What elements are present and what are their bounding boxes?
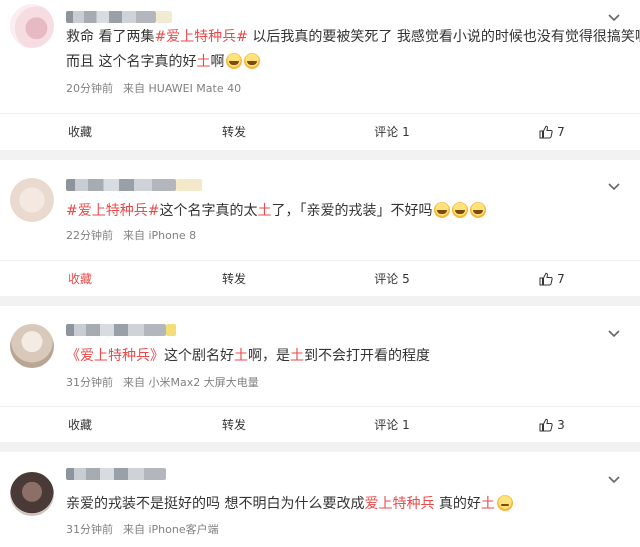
post-source: 来自 小米Max2 大屏大电量 — [123, 376, 259, 389]
post-text-part: 这个剧名好 — [164, 348, 234, 364]
chevron-down-icon[interactable] — [608, 476, 620, 484]
chevron-down-icon[interactable] — [608, 330, 620, 338]
chevron-down-icon[interactable] — [608, 14, 620, 22]
highlight-word: 土 — [234, 348, 248, 364]
repost-button[interactable]: 转发 — [154, 114, 314, 150]
post-text-part: 了，「亲爱的戎装」不好吗 — [271, 203, 433, 219]
post-text-part: 以后我真的要被笑死了 我感觉看小说的时候也没有觉得很搞笑啊 — [247, 29, 640, 45]
username-tail — [176, 179, 202, 191]
username-tail — [166, 324, 176, 336]
post-card: #爱上特种兵#这个名字真的太土了，「亲爱的戎装」不好吗 22分钟前 来自 iPho… — [0, 160, 640, 296]
post-meta: 31分钟前 来自 iPhone客户端 — [66, 521, 219, 537]
post-text-part: 啊，是 — [248, 348, 290, 364]
post-time[interactable]: 20分钟前 — [66, 82, 113, 95]
comment-feed: 救命 看了两集#爱上特种兵# 以后我真的要被笑死了 我感觉看小说的时候也没有觉得… — [0, 0, 640, 547]
post-text: #爱上特种兵#这个名字真的太土了，「亲爱的戎装」不好吗 — [66, 200, 616, 222]
chevron-down-icon[interactable] — [608, 183, 620, 191]
username-blurred[interactable] — [66, 179, 176, 191]
laughing-tears-emoji — [226, 53, 243, 69]
post-text: 救命 看了两集#爱上特种兵# 以后我真的要被笑死了 我感觉看小说的时候也没有觉得… — [66, 26, 640, 48]
post-text-line2: 而且 这个名字真的好土啊 — [66, 51, 616, 73]
post-source: 来自 iPhone客户端 — [123, 523, 219, 536]
drama-title-link[interactable]: 爱上特种兵 — [80, 348, 150, 364]
avatar[interactable] — [10, 178, 54, 222]
post-text-part: 真的好 — [434, 496, 481, 512]
thumbs-up-icon — [539, 418, 553, 432]
post-text-part: 啊 — [210, 54, 225, 70]
post-time[interactable]: 31分钟前 — [66, 523, 113, 536]
like-button[interactable]: 3 — [472, 407, 632, 443]
post-text-part: 而且 这个名字真的好 — [66, 54, 197, 70]
laughing-tears-emoji — [244, 53, 261, 69]
favorite-button[interactable]: 收藏 — [0, 114, 160, 150]
post-text-part: 这个名字真的太 — [159, 203, 258, 219]
avatar[interactable] — [10, 4, 54, 48]
thumbs-up-icon — [539, 272, 553, 286]
title-quote-open: 《 — [66, 348, 80, 364]
post-card: 亲爱的戎装不是挺好的吗 想不明白为什么要改成爱上特种兵 真的好土 31分钟前 来自… — [0, 452, 640, 547]
avatar[interactable] — [10, 324, 54, 368]
post-meta: 20分钟前 来自 HUAWEI Mate 40 — [66, 80, 241, 96]
like-count: 3 — [557, 418, 565, 432]
like-button[interactable]: 7 — [472, 114, 632, 150]
action-bar: 收藏 转发 评论 1 7 — [0, 113, 640, 149]
highlight-word: 土 — [480, 496, 495, 512]
laughing-tears-emoji — [434, 202, 451, 218]
hashtag-link[interactable]: #爱上特种兵# — [66, 203, 159, 219]
post-meta: 31分钟前 来自 小米Max2 大屏大电量 — [66, 374, 259, 390]
post-card: 《爱上特种兵》这个剧名好土啊，是土到不会打开看的程度 31分钟前 来自 小米Max… — [0, 306, 640, 442]
username-blurred[interactable] — [66, 324, 166, 336]
thumbs-up-icon — [539, 125, 553, 139]
post-source: 来自 iPhone 8 — [123, 229, 197, 242]
post-text-part: 救命 看了两集 — [66, 29, 155, 45]
post-meta: 22分钟前 来自 iPhone 8 — [66, 227, 196, 243]
repost-button[interactable]: 转发 — [154, 407, 314, 443]
avatar[interactable] — [10, 472, 54, 516]
username-blurred[interactable] — [66, 468, 166, 480]
post-source: 来自 HUAWEI Mate 40 — [123, 82, 242, 95]
favorite-button[interactable]: 收藏 — [0, 261, 160, 297]
username-tail — [156, 11, 172, 23]
post-text: 《爱上特种兵》这个剧名好土啊，是土到不会打开看的程度 — [66, 345, 616, 367]
comment-button[interactable]: 评论 1 — [312, 114, 472, 150]
smirk-emoji — [496, 495, 513, 511]
post-text-part: 到不会打开看的程度 — [304, 348, 430, 364]
laughing-tears-emoji — [470, 202, 487, 218]
hashtag-link[interactable]: #爱上特种兵# — [154, 29, 247, 45]
drama-title-link[interactable]: 爱上特种兵 — [364, 496, 434, 512]
like-count: 7 — [557, 272, 565, 286]
highlight-word: 土 — [196, 54, 211, 70]
post-text: 亲爱的戎装不是挺好的吗 想不明白为什么要改成爱上特种兵 真的好土 — [66, 493, 616, 515]
like-count: 7 — [557, 125, 565, 139]
username-blurred[interactable] — [66, 11, 156, 23]
title-quote-close: 》 — [150, 348, 164, 364]
post-card: 救命 看了两集#爱上特种兵# 以后我真的要被笑死了 我感觉看小说的时候也没有觉得… — [0, 0, 640, 150]
post-time[interactable]: 31分钟前 — [66, 376, 113, 389]
highlight-word: 土 — [290, 348, 304, 364]
favorite-button[interactable]: 收藏 — [0, 407, 160, 443]
comment-button[interactable]: 评论 1 — [312, 407, 472, 443]
highlight-word: 土 — [257, 203, 272, 219]
repost-button[interactable]: 转发 — [154, 261, 314, 297]
action-bar: 收藏 转发 评论 5 7 — [0, 260, 640, 296]
like-button[interactable]: 7 — [472, 261, 632, 297]
action-bar: 收藏 转发 评论 1 3 — [0, 406, 640, 442]
post-text-part: 亲爱的戎装不是挺好的吗 想不明白为什么要改成 — [66, 496, 365, 512]
post-time[interactable]: 22分钟前 — [66, 229, 113, 242]
laughing-tears-emoji — [452, 202, 469, 218]
comment-button[interactable]: 评论 5 — [312, 261, 472, 297]
